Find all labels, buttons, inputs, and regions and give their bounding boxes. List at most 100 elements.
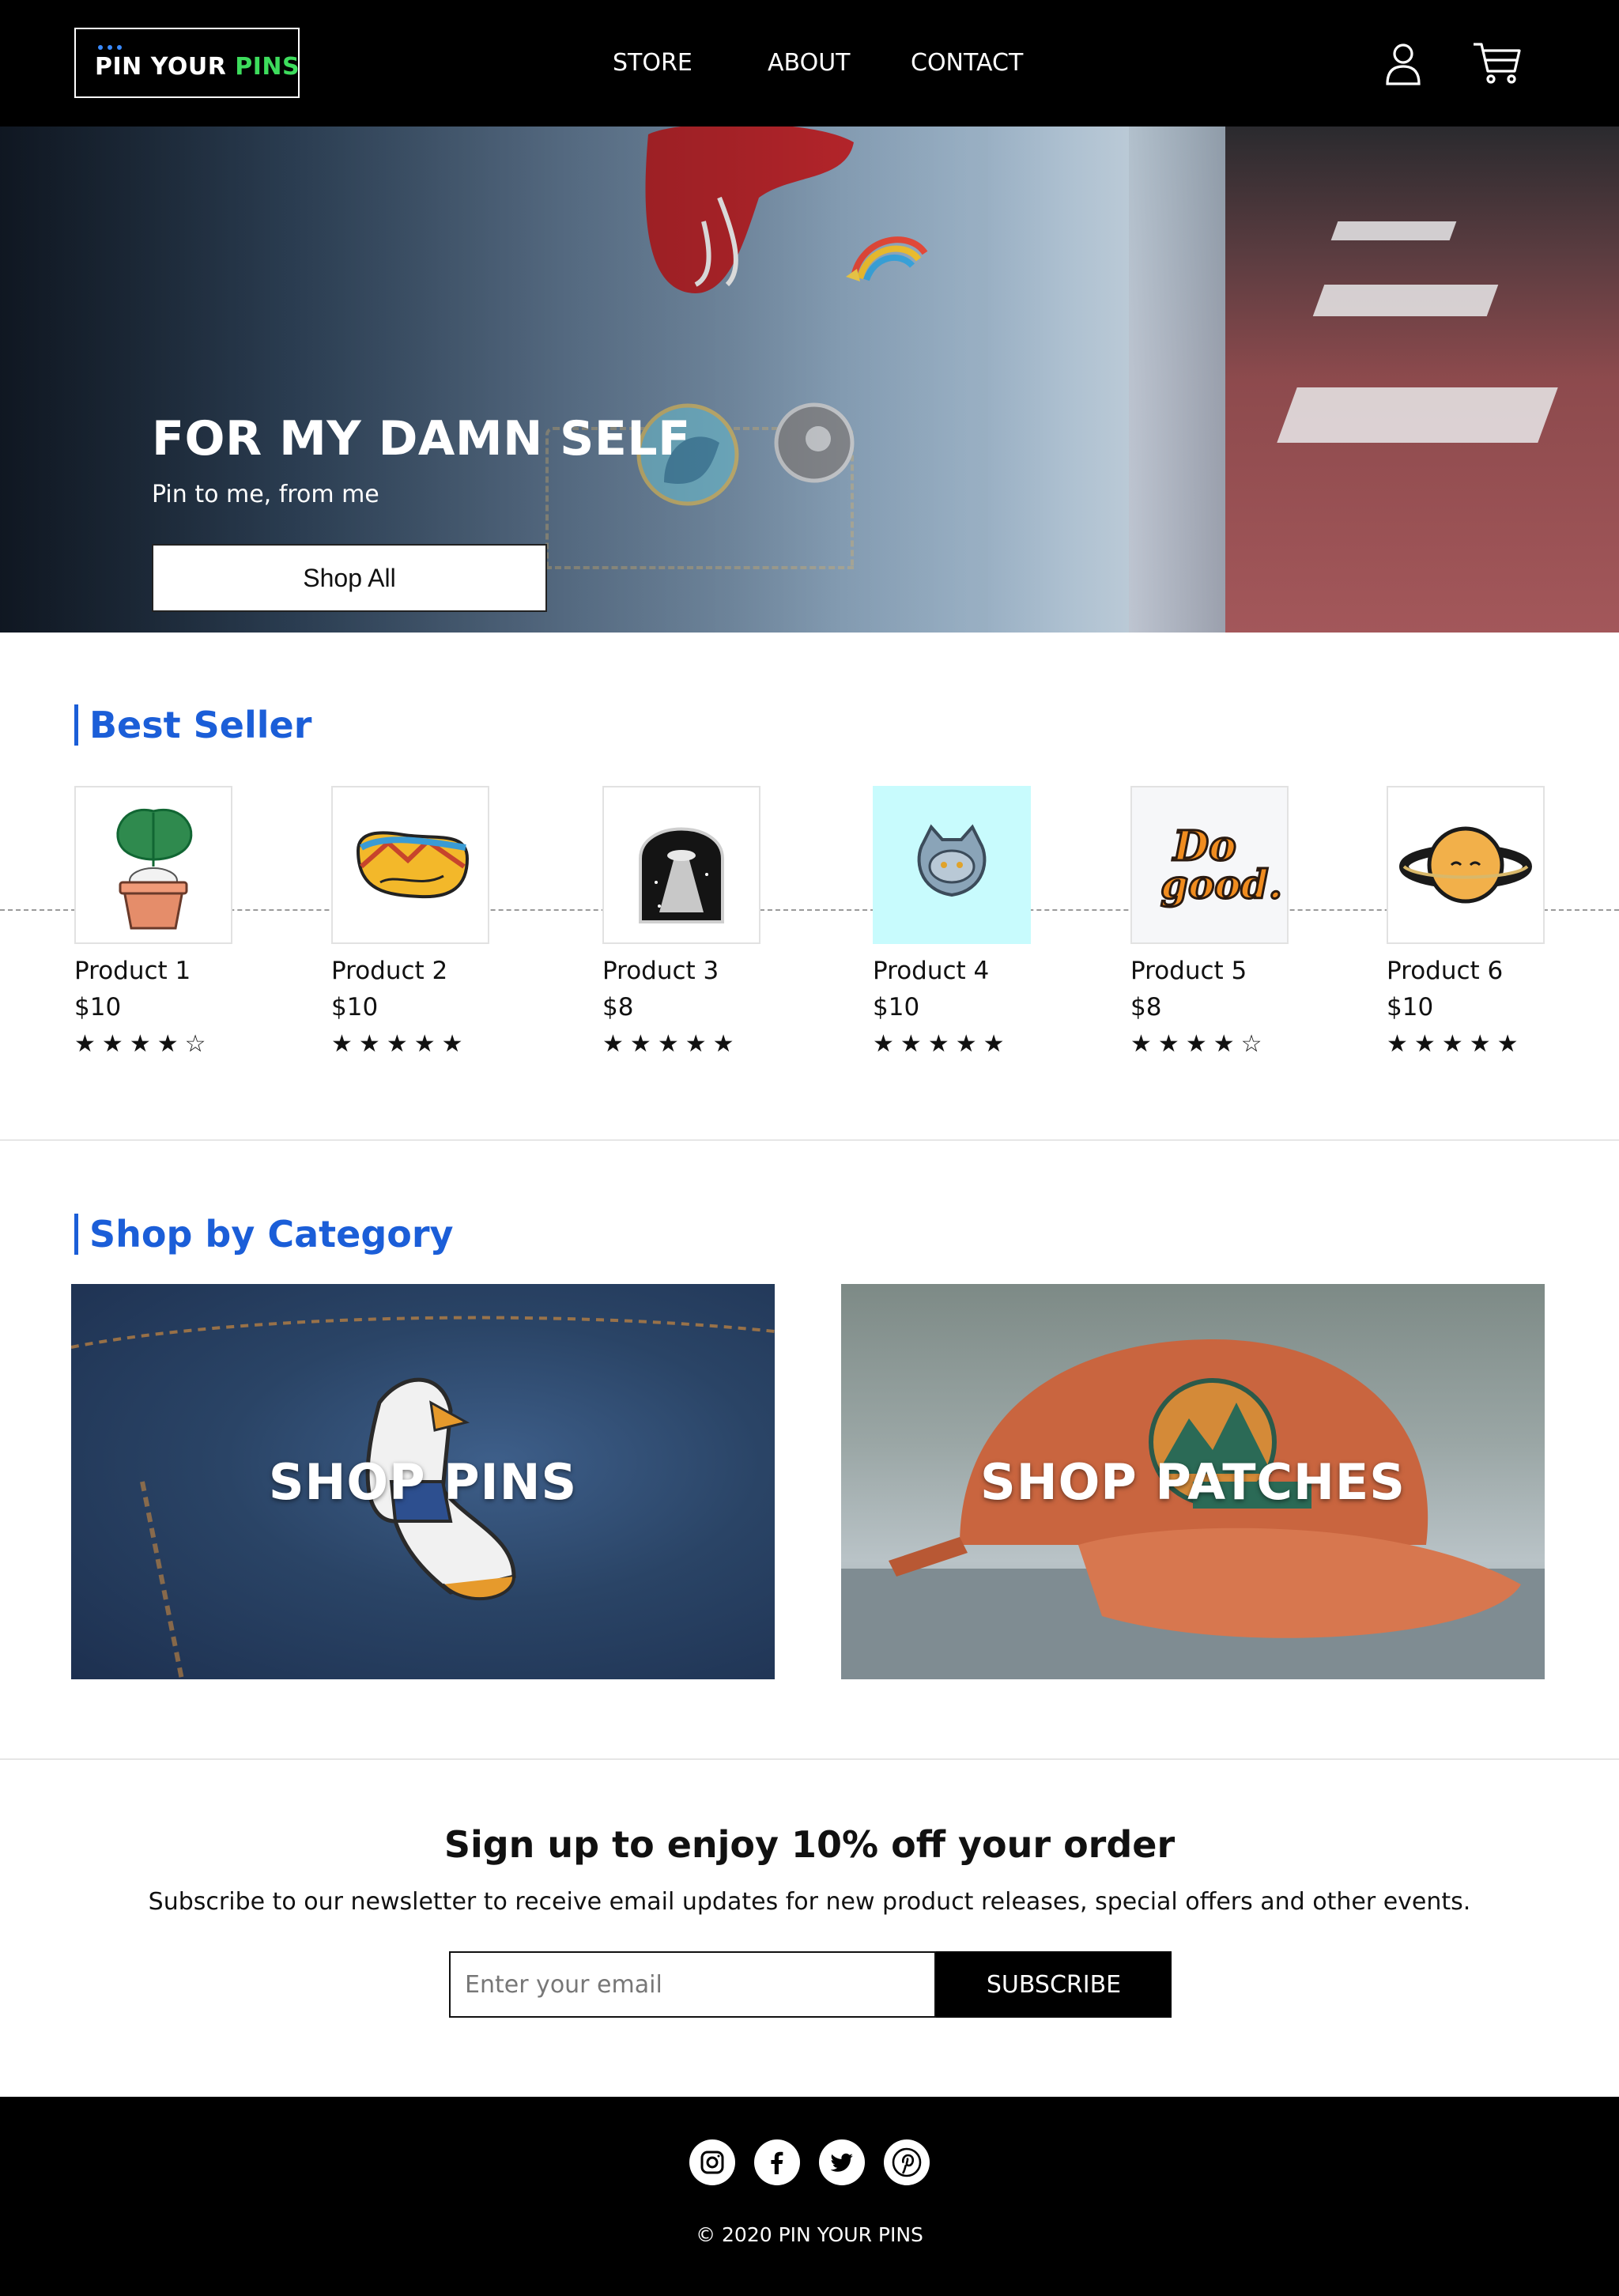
product-rating: ★ ★ ★ ★ ★ bbox=[1387, 1031, 1519, 1058]
nav-store[interactable]: STORE bbox=[613, 49, 693, 77]
product-price: $10 bbox=[331, 993, 379, 1021]
heading-accent-bar bbox=[74, 704, 78, 746]
star-filled-icon: ★ bbox=[441, 1030, 463, 1058]
star-filled-icon: ★ bbox=[1441, 1030, 1463, 1058]
star-filled-icon: ★ bbox=[873, 1030, 894, 1058]
star-filled-icon: ★ bbox=[657, 1030, 679, 1058]
facebook-icon[interactable] bbox=[754, 2139, 800, 2185]
instagram-icon[interactable] bbox=[689, 2139, 735, 2185]
star-filled-icon: ★ bbox=[1496, 1030, 1519, 1058]
star-filled-icon: ★ bbox=[1130, 1030, 1152, 1058]
star-filled-icon: ★ bbox=[712, 1030, 734, 1058]
product-thumbnail[interactable] bbox=[873, 786, 1031, 944]
hero-title: FOR MY DAMN SELF bbox=[152, 411, 691, 466]
social-links bbox=[0, 2139, 1619, 2185]
logo-text-green: PINS bbox=[235, 53, 300, 81]
product-price: $10 bbox=[873, 993, 920, 1021]
carousel-dashed-line bbox=[0, 909, 1619, 911]
product-thumbnail[interactable] bbox=[331, 786, 489, 944]
heading-accent-bar bbox=[74, 1214, 78, 1255]
product-thumbnail[interactable] bbox=[1387, 786, 1545, 944]
section-divider bbox=[0, 1139, 1619, 1141]
star-filled-icon: ★ bbox=[1185, 1030, 1207, 1058]
star-filled-icon: ★ bbox=[358, 1030, 380, 1058]
product-rating: ★ ★ ★ ★ ☆ bbox=[1130, 1031, 1262, 1058]
star-filled-icon: ★ bbox=[927, 1030, 949, 1058]
shop-by-category-heading: Shop by Category bbox=[74, 1213, 454, 1256]
cat-astronaut-pin-icon bbox=[917, 824, 987, 897]
product-name: Product 5 bbox=[1130, 957, 1247, 985]
product-thumbnail[interactable]: Do good. bbox=[1130, 786, 1289, 944]
ufo-space-pin-icon bbox=[639, 827, 724, 923]
product-rating: ★ ★ ★ ★ ☆ bbox=[74, 1031, 206, 1058]
star-filled-icon: ★ bbox=[602, 1030, 624, 1058]
star-filled-icon: ★ bbox=[157, 1030, 179, 1058]
star-filled-icon: ★ bbox=[331, 1030, 353, 1058]
logo-text: PIN YOUR PINS bbox=[95, 53, 300, 81]
logo-dots bbox=[98, 45, 122, 50]
cart-icon[interactable] bbox=[1472, 40, 1521, 87]
do-good-pin-icon: Do good. bbox=[1160, 821, 1284, 909]
star-filled-icon: ★ bbox=[1213, 1030, 1235, 1058]
product-rating: ★ ★ ★ ★ ★ bbox=[602, 1031, 734, 1058]
product-rating: ★ ★ ★ ★ ★ bbox=[331, 1031, 463, 1058]
category-label: SHOP PINS bbox=[268, 1452, 578, 1511]
section-divider bbox=[0, 1758, 1619, 1760]
star-filled-icon: ★ bbox=[685, 1030, 707, 1058]
star-filled-icon: ★ bbox=[1413, 1030, 1436, 1058]
site-footer: © 2020 PIN YOUR PINS bbox=[0, 2097, 1619, 2296]
star-filled-icon: ★ bbox=[129, 1030, 151, 1058]
site-header: PIN YOUR PINS STORE ABOUT CONTACT bbox=[0, 0, 1619, 127]
product-price: $10 bbox=[74, 993, 122, 1021]
site-logo[interactable]: PIN YOUR PINS bbox=[74, 28, 300, 98]
planet-pin-icon bbox=[1399, 826, 1532, 904]
product-name: Product 2 bbox=[331, 957, 448, 985]
product-price: $10 bbox=[1387, 993, 1434, 1021]
shop-all-button[interactable]: Shop All bbox=[152, 544, 547, 612]
star-filled-icon: ★ bbox=[1387, 1030, 1408, 1058]
star-empty-icon: ☆ bbox=[184, 1030, 206, 1058]
svg-text:good.: good. bbox=[1160, 861, 1282, 908]
newsletter-description: Subscribe to our newsletter to receive e… bbox=[148, 1888, 1471, 1916]
star-filled-icon: ★ bbox=[413, 1030, 436, 1058]
logo-text-white: PIN YOUR bbox=[95, 53, 236, 81]
subscribe-button[interactable]: SUBSCRIBE bbox=[936, 1951, 1172, 2018]
hero-subtitle: Pin to me, from me bbox=[152, 481, 379, 508]
email-field[interactable] bbox=[449, 1951, 936, 2018]
shop-by-category-title: Shop by Category bbox=[89, 1213, 454, 1256]
product-name: Product 4 bbox=[873, 957, 990, 985]
best-seller-title: Best Seller bbox=[89, 704, 312, 746]
twitter-icon[interactable] bbox=[819, 2139, 865, 2185]
adventure-pin-icon bbox=[356, 831, 470, 899]
nav-about[interactable]: ABOUT bbox=[768, 49, 850, 77]
star-filled-icon: ★ bbox=[629, 1030, 651, 1058]
star-filled-icon: ★ bbox=[900, 1030, 922, 1058]
star-empty-icon: ☆ bbox=[1240, 1030, 1262, 1058]
product-thumbnail[interactable] bbox=[74, 786, 232, 944]
star-filled-icon: ★ bbox=[955, 1030, 977, 1058]
star-filled-icon: ★ bbox=[386, 1030, 408, 1058]
product-price: $8 bbox=[1130, 993, 1162, 1021]
product-price: $8 bbox=[602, 993, 634, 1021]
category-label: SHOP PATCHES bbox=[980, 1452, 1406, 1511]
star-filled-icon: ★ bbox=[1157, 1030, 1179, 1058]
product-name: Product 6 bbox=[1387, 957, 1504, 985]
star-filled-icon: ★ bbox=[983, 1030, 1005, 1058]
star-filled-icon: ★ bbox=[1469, 1030, 1491, 1058]
pinterest-icon[interactable] bbox=[884, 2139, 930, 2185]
user-icon[interactable] bbox=[1379, 40, 1427, 87]
star-filled-icon: ★ bbox=[74, 1030, 96, 1058]
newsletter-title: Sign up to enjoy 10% off your order bbox=[443, 1823, 1176, 1866]
category-card-pins[interactable]: SHOP PINS bbox=[71, 1284, 775, 1679]
hero-banner: FOR MY DAMN SELF Pin to me, from me Shop… bbox=[0, 127, 1619, 633]
product-thumbnail[interactable] bbox=[602, 786, 760, 944]
copyright-text: © 2020 PIN YOUR PINS bbox=[696, 2223, 923, 2246]
product-name: Product 3 bbox=[602, 957, 719, 985]
product-name: Product 1 bbox=[74, 957, 191, 985]
nav-contact[interactable]: CONTACT bbox=[911, 49, 1023, 77]
product-rating: ★ ★ ★ ★ ★ bbox=[873, 1031, 1005, 1058]
monstera-cat-pin-icon bbox=[116, 808, 193, 930]
star-filled-icon: ★ bbox=[101, 1030, 123, 1058]
best-seller-heading: Best Seller bbox=[74, 704, 311, 746]
category-card-patches[interactable]: SHOP PATCHES bbox=[841, 1284, 1545, 1679]
